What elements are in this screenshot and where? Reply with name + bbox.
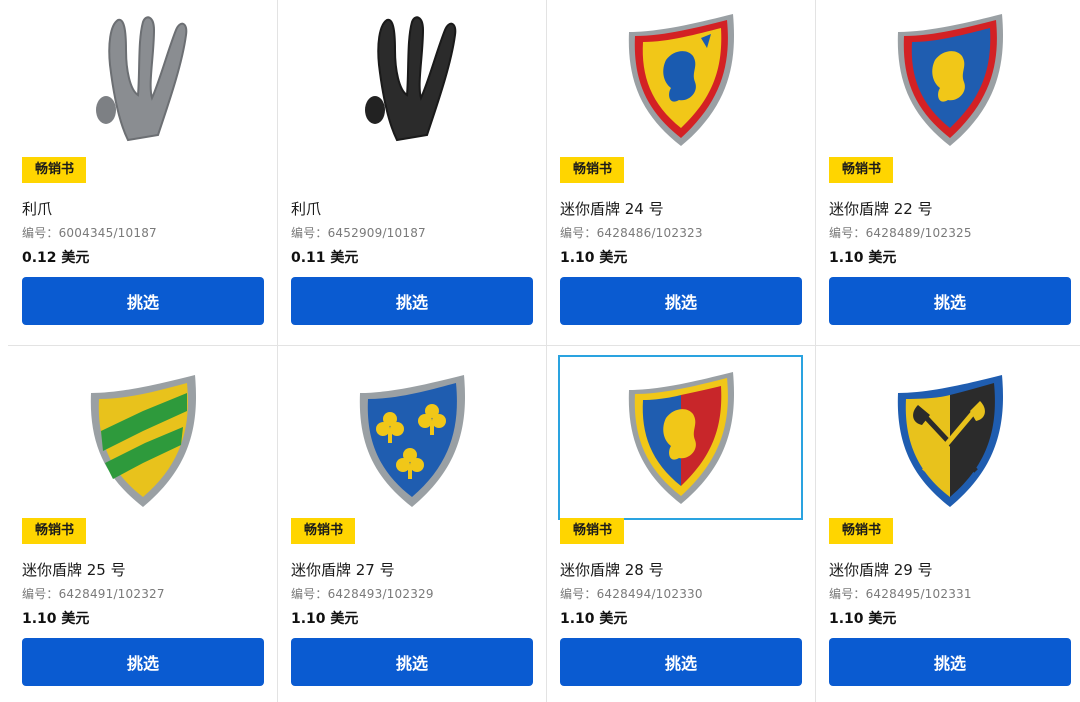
product-price: 1.10 美元 [22,611,90,627]
product-card[interactable]: 畅销书 迷你盾牌 27 号 编号：6428493/102329 1.10 美元 … [277,361,546,702]
product-price: 0.12 美元 [22,250,90,266]
bestseller-badge: 畅销书 [560,157,625,183]
product-name[interactable]: 迷你盾牌 29 号 [829,559,933,580]
product-name[interactable]: 迷你盾牌 25 号 [22,559,126,580]
product-name[interactable]: 利爪 [291,198,321,219]
bestseller-badge: 畅销书 [560,518,625,544]
bestseller-badge: 畅销书 [291,518,356,544]
product-image[interactable] [558,355,803,520]
product-code: 编号：6428494/102330 [560,587,703,601]
product-image[interactable] [20,6,265,154]
product-card[interactable]: 畅销书 迷你盾牌 22 号 编号：6428489/102325 1.10 美元 … [815,0,1080,341]
product-price: 1.10 美元 [291,611,359,627]
product-name[interactable]: 利爪 [22,198,52,219]
select-button[interactable]: 挑选 [291,277,533,325]
select-button[interactable]: 挑选 [22,277,264,325]
product-code: 编号：6428486/102323 [560,226,703,240]
product-card[interactable]: 畅销书 迷你盾牌 28 号 编号：6428494/102330 1.10 美元 … [546,355,815,702]
product-name[interactable]: 迷你盾牌 28 号 [560,559,664,580]
product-price: 1.10 美元 [829,611,897,627]
product-code: 编号：6452909/10187 [291,226,426,240]
select-button[interactable]: 挑选 [829,277,1071,325]
bestseller-badge: 畅销书 [829,157,894,183]
product-card[interactable]: 畅销书 迷你盾牌 25 号 编号：6428491/102327 1.10 美元 … [8,361,277,702]
bestseller-badge: 畅销书 [22,518,87,544]
product-card[interactable]: 利爪 编号：6452909/10187 0.11 美元 挑选 [277,0,546,341]
product-price: 1.10 美元 [560,611,628,627]
select-button[interactable]: 挑选 [829,638,1071,686]
bestseller-badge: 畅销书 [22,157,87,183]
product-price: 1.10 美元 [560,250,628,266]
product-image[interactable] [827,6,1072,154]
bestseller-badge: 畅销书 [829,518,894,544]
product-code: 编号：6428495/102331 [829,587,972,601]
product-code: 编号：6004345/10187 [22,226,157,240]
claw-gray-icon [95,16,187,142]
product-image[interactable] [558,6,803,154]
shield-clubs-icon [359,375,465,507]
product-image[interactable] [289,367,534,515]
product-name[interactable]: 迷你盾牌 22 号 [829,198,933,219]
product-price: 1.10 美元 [829,250,897,266]
select-button[interactable]: 挑选 [560,277,802,325]
claw-black-icon [364,16,456,142]
select-button[interactable]: 挑选 [22,638,264,686]
select-button[interactable]: 挑选 [291,638,533,686]
shield-chevron-icon [90,375,196,507]
product-price: 0.11 美元 [291,250,359,266]
shield-axes-icon [897,375,1003,507]
select-button[interactable]: 挑选 [560,638,802,686]
product-image[interactable] [289,6,534,154]
product-image[interactable] [827,367,1072,515]
product-card[interactable]: 畅销书 迷你盾牌 29 号 编号：6428495/102331 1.10 美元 … [815,361,1080,702]
grid-divider [8,345,1080,346]
product-grid: 畅销书 利爪 编号：6004345/10187 0.12 美元 挑选 利爪 编号… [0,0,1080,702]
shield-lion-split-icon [628,371,734,504]
product-code: 编号：6428489/102325 [829,226,972,240]
product-name[interactable]: 迷你盾牌 27 号 [291,559,395,580]
product-name[interactable]: 迷你盾牌 24 号 [560,198,664,219]
product-card[interactable]: 畅销书 迷你盾牌 24 号 编号：6428486/102323 1.10 美元 … [546,0,815,341]
product-card[interactable]: 畅销书 利爪 编号：6004345/10187 0.12 美元 挑选 [8,0,277,341]
shield-lion-blue-icon [897,14,1003,146]
product-image[interactable] [20,367,265,515]
product-code: 编号：6428491/102327 [22,587,165,601]
product-code: 编号：6428493/102329 [291,587,434,601]
shield-lion-yellow-icon [628,14,734,146]
